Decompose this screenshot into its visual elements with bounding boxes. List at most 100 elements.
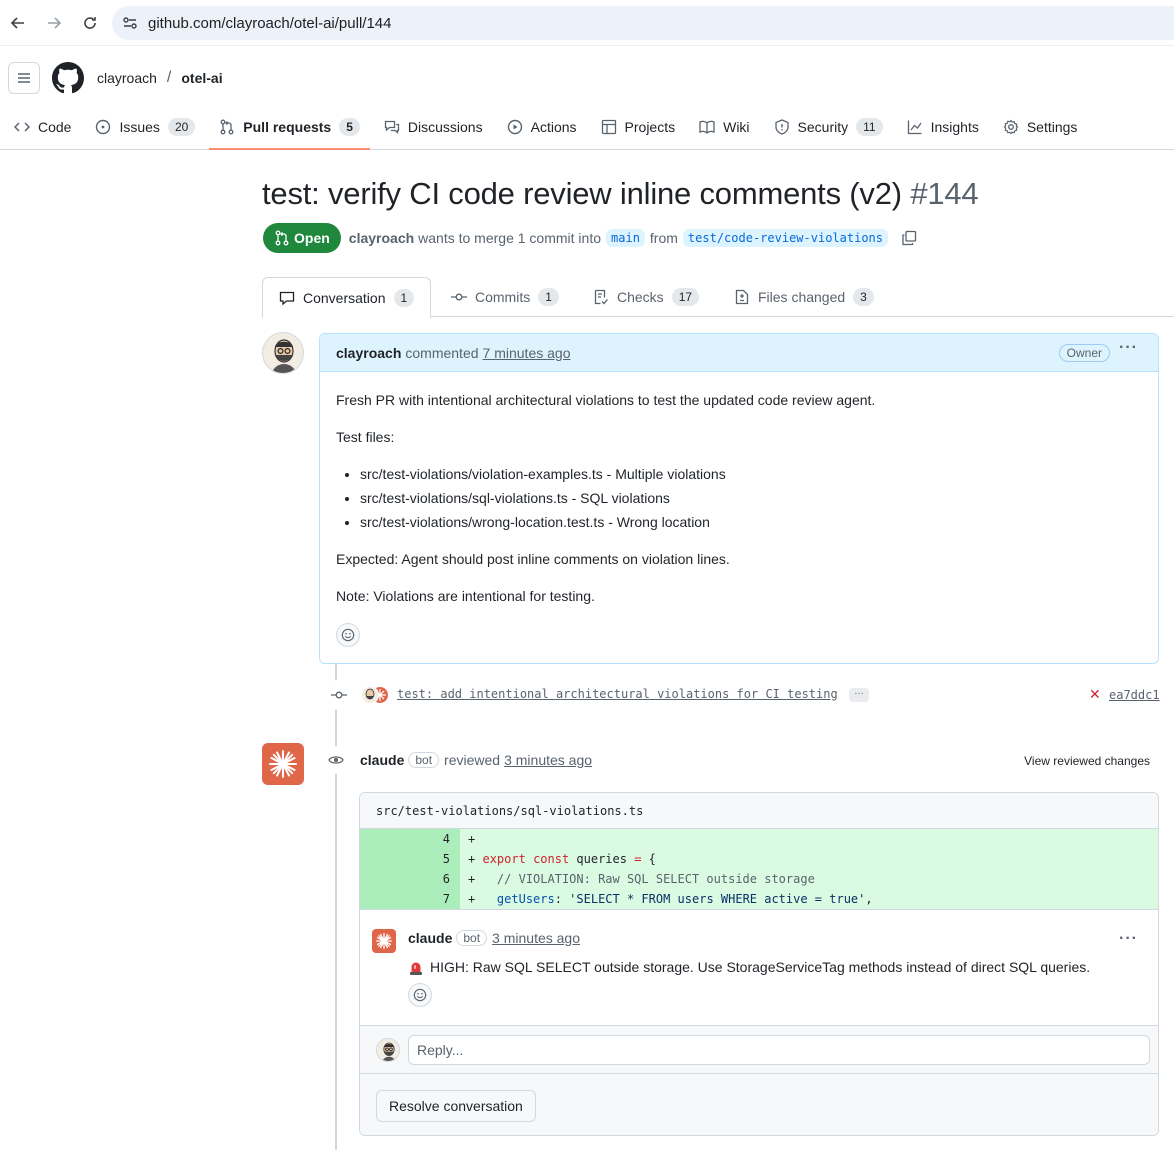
review-timestamp-link[interactable]: 3 minutes ago (504, 752, 592, 768)
address-bar[interactable]: github.com/clayroach/otel-ai/pull/144 (112, 6, 1174, 40)
repo-tab-insights[interactable]: Insights (907, 108, 979, 146)
ci-failed-icon[interactable]: ✕ (1089, 686, 1101, 703)
hamburger-menu-button[interactable] (8, 62, 40, 94)
repo-tab-issues[interactable]: Issues 20 (95, 108, 196, 146)
commit-sha-link[interactable]: ea7ddc1 (1109, 688, 1160, 702)
reply-row: Reply... (360, 1026, 1158, 1074)
list-item: src/test-violations/wrong-location.test.… (360, 512, 1142, 533)
arrow-right-icon (48, 16, 62, 29)
repo-tab-pull-requests[interactable]: Pull requests 5 (209, 108, 370, 150)
forward-button[interactable] (36, 0, 72, 46)
commit-event: test: add intentional architectural viol… (320, 680, 1160, 710)
discussions-icon (384, 120, 400, 134)
avatar (376, 1038, 400, 1062)
test-files-list: src/test-violations/violation-examples.t… (360, 464, 1142, 533)
pr-number: #144 (910, 176, 979, 211)
add-reaction-button[interactable] (336, 623, 360, 647)
add-reaction-button[interactable] (408, 983, 432, 1007)
claude-avatar[interactable] (372, 929, 396, 953)
tab-checks[interactable]: Checks 17 (593, 277, 700, 317)
commit-expand-button[interactable]: … (849, 687, 869, 702)
repo-tab-label: Projects (624, 119, 676, 135)
tab-label: Commits (475, 289, 531, 305)
diff-line-number: 5 (360, 849, 460, 869)
review-author-link[interactable]: claude (360, 752, 404, 768)
repo-nav: Code Issues 20 Pull requests 5 Discussio… (14, 108, 1101, 150)
inline-comment-body: HIGH: Raw SQL SELECT outside storage. Us… (408, 959, 1090, 975)
pr-state-label: Open (294, 230, 330, 246)
reply-input[interactable]: Reply... (408, 1035, 1150, 1065)
repo-tab-code[interactable]: Code (14, 108, 71, 146)
user-avatar-icon (263, 333, 303, 373)
repo-tab-wiki[interactable]: Wiki (699, 108, 750, 146)
comment-author-link[interactable]: clayroach (336, 345, 401, 361)
kebab-menu-icon[interactable]: ··· (1119, 339, 1138, 357)
pr-state-badge: Open (263, 223, 341, 253)
inline-comment-text: HIGH: Raw SQL SELECT outside storage. Us… (430, 959, 1091, 975)
smiley-icon (413, 988, 427, 1002)
repo-tab-projects[interactable]: Projects (601, 108, 676, 146)
pr-count-badge: 5 (339, 118, 360, 136)
inline-comment-author-link[interactable]: claude (408, 930, 452, 946)
table-icon (601, 119, 616, 135)
base-branch-link[interactable]: main (606, 229, 645, 247)
repo-tab-settings[interactable]: Settings (1003, 108, 1078, 146)
diff-prefix: + (468, 832, 476, 846)
diff-line-number: 6 (360, 869, 460, 889)
pr-title-text: test: verify CI code review inline comme… (262, 176, 902, 211)
view-reviewed-changes-link[interactable]: View reviewed changes (1024, 754, 1150, 768)
repo-tab-label: Wiki (723, 119, 750, 135)
diff-line: 6 + // VIOLATION: Raw SQL SELECT outside… (360, 869, 1158, 889)
tab-commits[interactable]: Commits 1 (451, 277, 559, 317)
commit-icon (451, 293, 467, 301)
inline-review-comment: claude bot 3 minutes ago ··· HIGH: Raw S… (360, 910, 1158, 1026)
hamburger-icon (18, 73, 30, 83)
review-action: reviewed (444, 752, 501, 768)
diff-code: + getUsers: 'SELECT * FROM users WHERE a… (460, 889, 1158, 909)
repo-tab-label: Discussions (407, 119, 483, 135)
claude-avatar[interactable] (262, 743, 304, 785)
resolve-conversation-button[interactable]: Resolve conversation (376, 1090, 536, 1122)
back-button[interactable] (0, 0, 36, 46)
tab-count: 1 (393, 289, 415, 307)
tab-count: 17 (671, 288, 700, 306)
diff-line: 4 + (360, 829, 1158, 849)
pr-author-link[interactable]: clayroach (349, 230, 414, 246)
site-settings-icon[interactable] (112, 15, 148, 31)
comment-body: Fresh PR with intentional architectural … (320, 372, 1158, 665)
url-text[interactable]: github.com/clayroach/otel-ai/pull/144 (148, 15, 391, 32)
bot-badge: bot (408, 752, 440, 768)
reload-button[interactable] (72, 0, 108, 46)
avatar[interactable] (262, 332, 304, 374)
repo-tab-actions[interactable]: Actions (507, 108, 577, 146)
diff-hunk: 4 + 5 + export const queries = { 6 + // … (360, 829, 1158, 910)
bot-badge: bot (456, 930, 488, 946)
diff-file-name[interactable]: src/test-violations/sql-violations.ts (360, 793, 1158, 829)
tab-files-changed[interactable]: Files changed 3 (734, 277, 874, 317)
pr-from-text: from (649, 230, 678, 246)
github-logo-icon[interactable] (52, 62, 84, 94)
commit-message-link[interactable]: test: add intentional architectural viol… (397, 687, 838, 701)
file-diff-icon (735, 289, 749, 305)
kebab-menu-icon[interactable]: ··· (1119, 930, 1138, 948)
inline-comment-timestamp-link[interactable]: 3 minutes ago (492, 930, 580, 946)
list-item: src/test-violations/violation-examples.t… (360, 464, 1142, 485)
head-branch-link[interactable]: test/code-review-violations (682, 229, 888, 247)
tab-count: 1 (538, 288, 559, 306)
repo-tab-security[interactable]: Security 11 (774, 108, 883, 146)
diff-prefix: + (468, 872, 476, 886)
repo-tab-discussions[interactable]: Discussions (384, 108, 483, 146)
commit-authors-avatars[interactable] (360, 685, 390, 705)
pull-request-icon (275, 230, 289, 246)
repo-name-link[interactable]: otel-ai (181, 70, 222, 86)
repo-tab-label: Settings (1026, 119, 1078, 135)
copy-icon[interactable] (901, 230, 917, 246)
repo-owner-link[interactable]: clayroach (97, 70, 157, 86)
repo-tab-label: Security (797, 119, 849, 135)
review-thread: src/test-violations/sql-violations.ts 4 … (359, 792, 1159, 1136)
commit-dot (324, 680, 354, 710)
pr-meta: Open clayroach wants to merge 1 commit i… (263, 223, 917, 253)
repo-tab-label: Pull requests (243, 119, 332, 135)
tab-conversation[interactable]: Conversation 1 (262, 277, 432, 318)
comment-timestamp-link[interactable]: 7 minutes ago (483, 345, 571, 361)
